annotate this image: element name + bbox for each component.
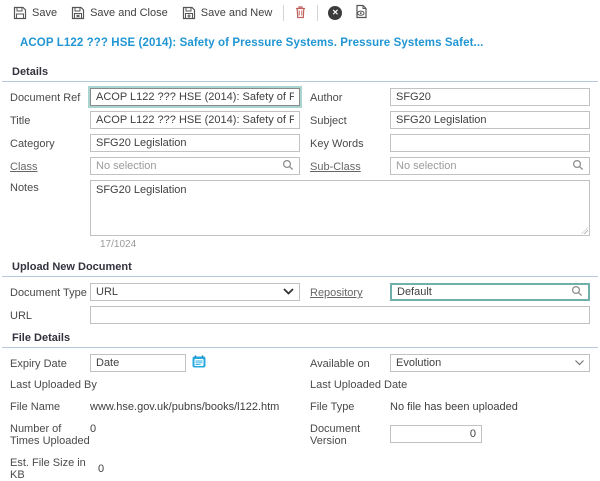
times-uploaded-label: Number of Times Uploaded [10, 421, 90, 447]
form-row: Title ACOP L122 ??? HSE (2014): Safety o… [0, 111, 600, 129]
author-input[interactable]: SFG20 [390, 88, 590, 106]
document-type-select[interactable]: URL [90, 283, 300, 301]
url-input[interactable] [90, 306, 590, 324]
preview-document-button[interactable] [348, 2, 374, 24]
save-new-icon [182, 6, 196, 20]
repository-lookup-input[interactable]: Default [390, 283, 590, 301]
save-button[interactable]: Save [6, 4, 64, 22]
form-row: Class No selection Sub-Class No selectio… [0, 157, 600, 175]
file-details-section-header: File Details [2, 329, 598, 348]
document-ref-label: Document Ref [10, 90, 90, 104]
info-row: File Name www.hse.gov.uk/pubns/books/l12… [0, 399, 600, 413]
cancel-button[interactable]: ✕ [322, 4, 348, 22]
last-uploaded-date-label: Last Uploaded Date [310, 377, 407, 391]
document-version-input[interactable]: 0 [390, 425, 482, 443]
expiry-date-label: Expiry Date [10, 356, 90, 370]
toolbar: Save Save and Close Save and New ✕ [0, 0, 600, 26]
form-row: Document Ref ACOP L122 ??? HSE (2014): S… [0, 88, 600, 106]
category-input[interactable]: SFG20 Legislation [90, 134, 300, 152]
author-label: Author [310, 90, 390, 104]
save-and-new-button-label: Save and New [201, 7, 273, 19]
title-input[interactable]: ACOP L122 ??? HSE (2014): Safety of Pres… [90, 111, 300, 129]
search-icon[interactable] [571, 285, 583, 300]
info-row: Est. File Size in KB 0 [0, 455, 600, 481]
page-title: ACOP L122 ??? HSE (2014): Safety of Pres… [0, 26, 600, 59]
details-section-header: Details [2, 63, 598, 82]
times-uploaded-value: 0 [90, 421, 96, 435]
notes-char-counter: 17/1024 [0, 238, 600, 254]
key-words-input[interactable] [390, 134, 590, 152]
key-words-label: Key Words [310, 136, 390, 150]
trash-icon [294, 5, 307, 22]
class-link[interactable]: Class [10, 159, 90, 173]
search-icon[interactable] [572, 159, 584, 174]
sub-class-link[interactable]: Sub-Class [310, 159, 390, 173]
form-row: Category SFG20 Legislation Key Words [0, 134, 600, 152]
form-row: Notes SFG20 Legislation [0, 180, 600, 236]
delete-button[interactable] [288, 3, 313, 24]
class-lookup-input[interactable]: No selection [90, 157, 300, 175]
form-row: Expiry Date Date Available on Evolution [0, 354, 600, 372]
file-name-label: File Name [10, 399, 90, 413]
repository-link[interactable]: Repository [310, 285, 390, 299]
upload-section-header: Upload New Document [2, 258, 598, 277]
chevron-down-icon [283, 286, 294, 298]
save-and-new-button[interactable]: Save and New [175, 4, 280, 22]
save-and-close-button-label: Save and Close [90, 7, 168, 19]
document-version-label: Document Version [310, 421, 390, 447]
toolbar-separator [283, 5, 284, 21]
toolbar-separator [317, 5, 318, 21]
info-row: Number of Times Uploaded 0 Document Vers… [0, 421, 600, 447]
document-type-label: Document Type [10, 285, 90, 299]
est-file-size-label: Est. File Size in KB [10, 455, 98, 481]
file-name-value: www.hse.gov.uk/pubns/books/l122.htm [90, 399, 279, 413]
expiry-date-input[interactable]: Date [90, 354, 186, 372]
notes-textarea[interactable]: SFG20 Legislation [90, 180, 590, 236]
save-and-close-button[interactable]: Save and Close [64, 4, 175, 22]
circle-x-icon: ✕ [328, 6, 342, 20]
subject-input[interactable]: SFG20 Legislation [390, 111, 590, 129]
document-eye-icon [354, 4, 368, 22]
est-file-size-value: 0 [98, 461, 104, 475]
form-row: URL [0, 306, 600, 324]
save-icon [13, 6, 27, 20]
form-row: Document Type URL Repository Default [0, 283, 600, 301]
notes-label: Notes [10, 180, 90, 236]
save-close-icon [71, 6, 85, 20]
available-on-select[interactable]: Evolution [390, 354, 590, 372]
document-ref-input[interactable]: ACOP L122 ??? HSE (2014): Safety of Pres… [90, 88, 300, 106]
file-type-label: File Type [310, 399, 390, 413]
chevron-down-icon [575, 357, 584, 369]
available-on-label: Available on [310, 356, 390, 370]
calendar-icon[interactable] [192, 355, 206, 371]
last-uploaded-by-label: Last Uploaded By [10, 377, 97, 391]
subject-label: Subject [310, 113, 390, 127]
sub-class-lookup-input[interactable]: No selection [390, 157, 590, 175]
url-label: URL [10, 308, 90, 322]
title-label: Title [10, 113, 90, 127]
category-label: Category [10, 136, 90, 150]
file-type-value: No file has been uploaded [390, 399, 518, 413]
info-row: Last Uploaded By Last Uploaded Date [0, 377, 600, 391]
search-icon[interactable] [282, 159, 294, 174]
save-button-label: Save [32, 7, 57, 19]
